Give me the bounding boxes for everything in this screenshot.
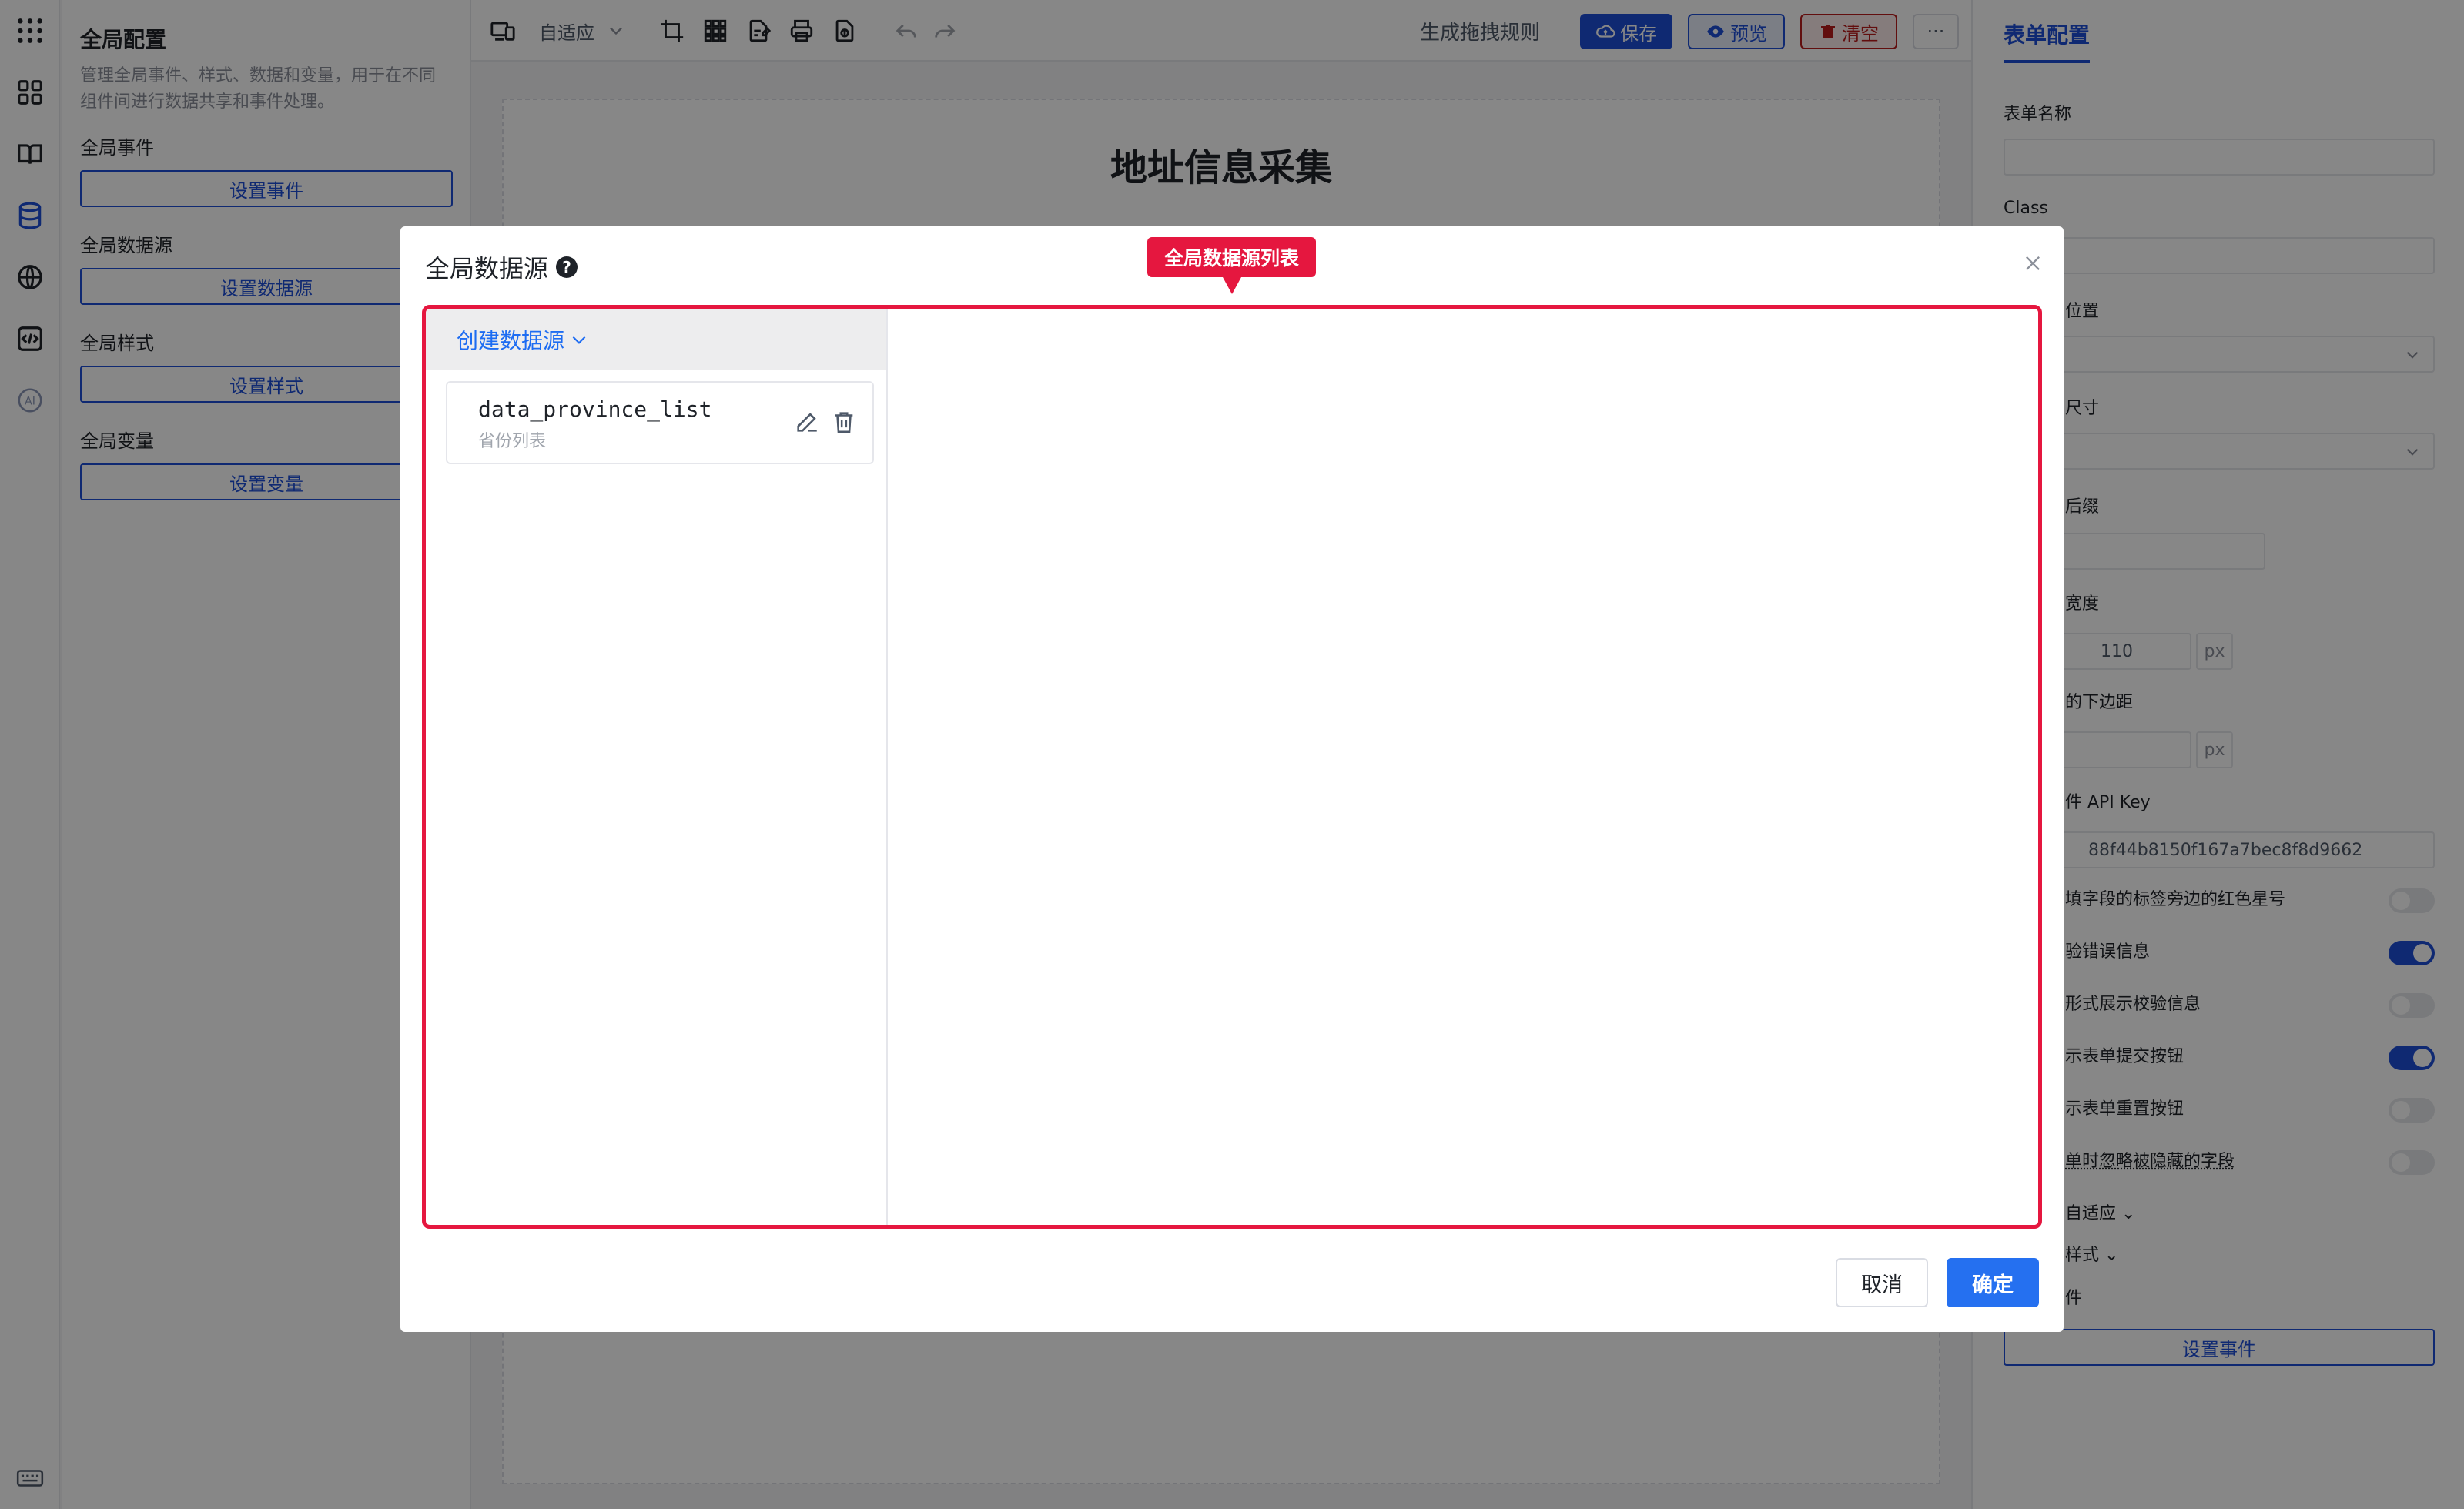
datasource-list-callout: 全局数据源列表 (1147, 237, 1317, 277)
datasource-editor: 创建数据源 data_province_list 省份列表 (422, 305, 2042, 1229)
datasource-detail-area (889, 309, 2038, 1225)
datasource-description: 省份列表 (478, 432, 547, 451)
callout-pointer (1223, 277, 1241, 294)
help-icon[interactable]: ? (556, 256, 578, 278)
datasource-actions (794, 409, 857, 435)
edit-icon[interactable] (794, 409, 820, 435)
datasource-item[interactable]: data_province_list 省份列表 (446, 381, 874, 464)
datasource-name: data_province_list (478, 396, 712, 422)
cancel-button[interactable]: 取消 (1836, 1258, 1928, 1307)
datasource-list: 创建数据源 data_province_list 省份列表 (426, 309, 888, 1225)
delete-icon[interactable] (831, 409, 857, 435)
dialog-title: 全局数据源 ? (425, 249, 578, 285)
close-icon[interactable] (2017, 248, 2048, 279)
chevron-down-icon (572, 336, 586, 344)
global-datasource-dialog: 全局数据源 ? 创建数据源 data_province_list 省份列表 取消… (400, 226, 2064, 1332)
confirm-button[interactable]: 确定 (1947, 1258, 2039, 1307)
create-datasource-button[interactable]: 创建数据源 (426, 309, 886, 370)
